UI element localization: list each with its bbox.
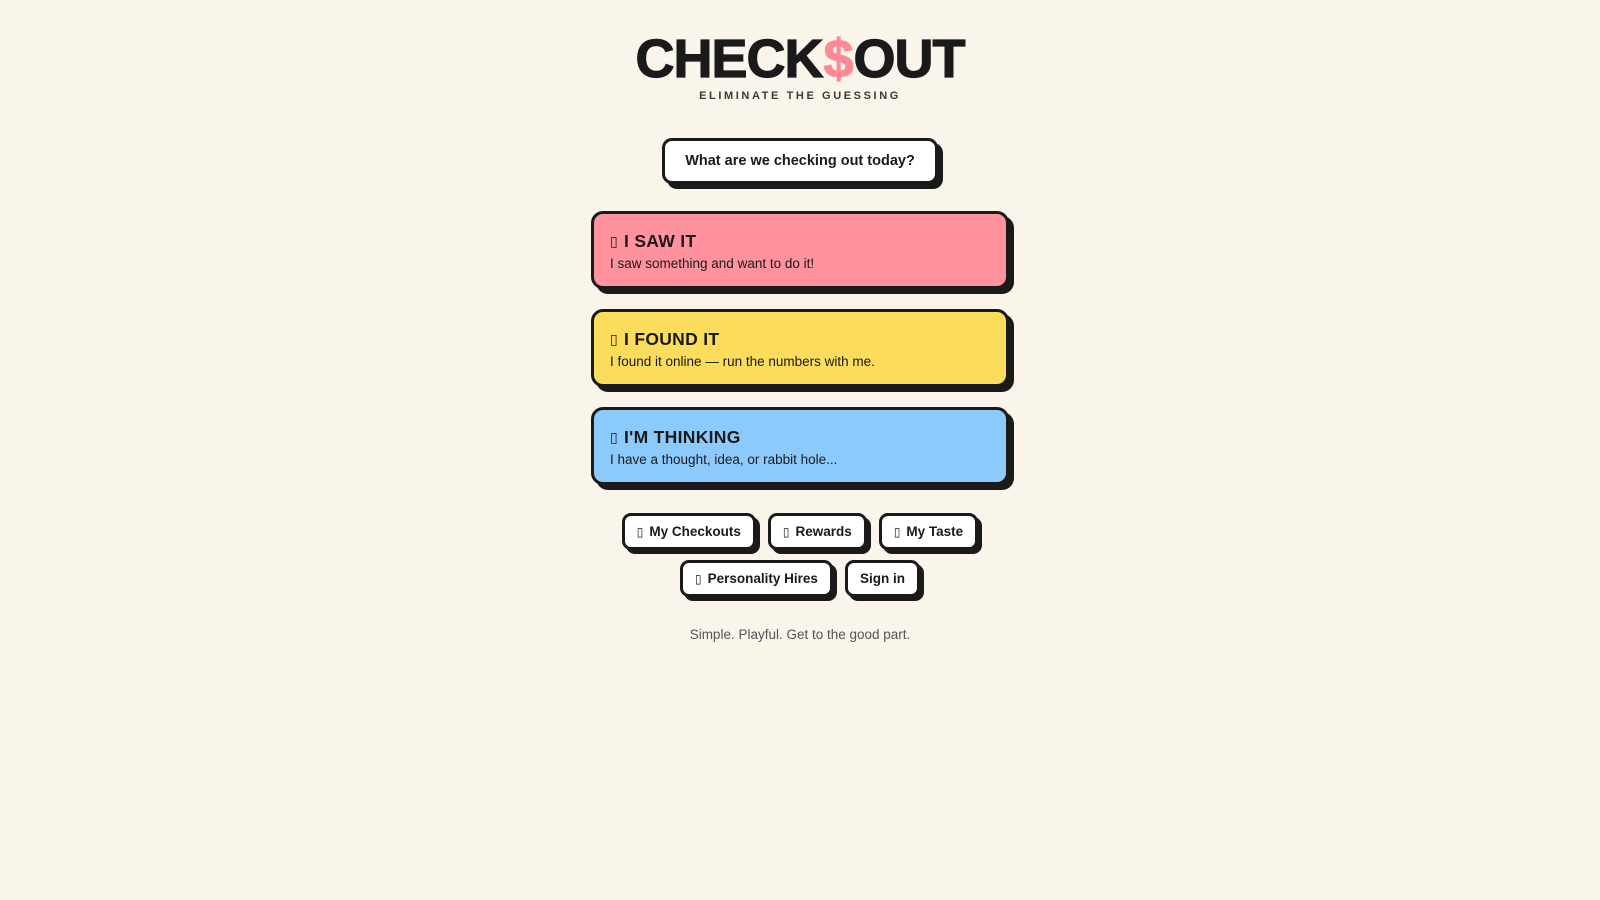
option-card-title: ▯ I'M THINKING bbox=[610, 426, 990, 448]
dollar-icon: $ bbox=[823, 28, 854, 89]
option-card-title: ▯ I FOUND IT bbox=[610, 328, 990, 350]
checking-out-prompt-button[interactable]: What are we checking out today? bbox=[662, 138, 938, 184]
gift-icon: ▯ bbox=[782, 524, 790, 539]
nav-row-1: ▯ My Checkouts ▯ Rewards ▯ My Taste bbox=[621, 513, 979, 550]
option-title-text: I'M THINKING bbox=[624, 427, 741, 447]
thought-icon: ▯ bbox=[610, 429, 619, 445]
option-card-found-it[interactable]: ▯ I FOUND IT I found it online — run the… bbox=[591, 309, 1009, 387]
option-card-saw-it[interactable]: ▯ I SAW IT I saw something and want to d… bbox=[591, 211, 1009, 289]
option-card-description: I have a thought, idea, or rabbit hole..… bbox=[610, 452, 838, 467]
option-cards: ▯ I SAW IT I saw something and want to d… bbox=[591, 211, 1009, 485]
nav-row-2: ▯ Personality Hires Sign in bbox=[680, 560, 920, 597]
option-card-title: ▯ I SAW IT bbox=[610, 230, 990, 252]
page-container: CHECK $ OUT ELIMINATE THE GUESSING What ar… bbox=[0, 0, 1600, 642]
personality-hires-label: Personality Hires bbox=[707, 571, 818, 586]
rewards-label: Rewards bbox=[795, 524, 852, 539]
search-icon: ▯ bbox=[610, 331, 619, 347]
eye-icon: ▯ bbox=[610, 233, 619, 249]
checklist-icon: ▯ bbox=[636, 524, 644, 539]
logo-text-left: CHECK bbox=[635, 28, 824, 89]
sign-in-label: Sign in bbox=[859, 571, 905, 586]
option-card-description: I saw something and want to do it! bbox=[610, 256, 815, 271]
my-checkouts-label: My Checkouts bbox=[649, 524, 741, 539]
app-logo: CHECK $ OUT bbox=[635, 28, 966, 90]
my-taste-button[interactable]: ▯ My Taste bbox=[878, 513, 979, 550]
my-taste-label: My Taste bbox=[906, 524, 964, 539]
option-title-text: I FOUND IT bbox=[624, 329, 720, 349]
my-checkouts-button[interactable]: ▯ My Checkouts bbox=[621, 513, 756, 550]
person-icon: ▯ bbox=[695, 571, 702, 586]
rewards-button[interactable]: ▯ Rewards bbox=[767, 513, 867, 550]
sparkle-icon: ▯ bbox=[893, 524, 901, 539]
logo-text-right: OUT bbox=[853, 28, 966, 89]
option-card-thinking[interactable]: ▯ I'M THINKING I have a thought, idea, o… bbox=[591, 407, 1009, 485]
option-title-text: I SAW IT bbox=[624, 231, 697, 251]
nav-pills: ▯ My Checkouts ▯ Rewards ▯ My Taste ▯ Pe… bbox=[621, 513, 979, 597]
option-card-description: I found it online — run the numbers with… bbox=[610, 354, 875, 369]
tagline: ELIMINATE THE GUESSING bbox=[699, 90, 901, 102]
sign-in-button[interactable]: Sign in bbox=[844, 560, 920, 597]
personality-hires-button[interactable]: ▯ Personality Hires bbox=[680, 560, 833, 597]
footer-tagline: Simple. Playful. Get to the good part. bbox=[689, 627, 911, 642]
